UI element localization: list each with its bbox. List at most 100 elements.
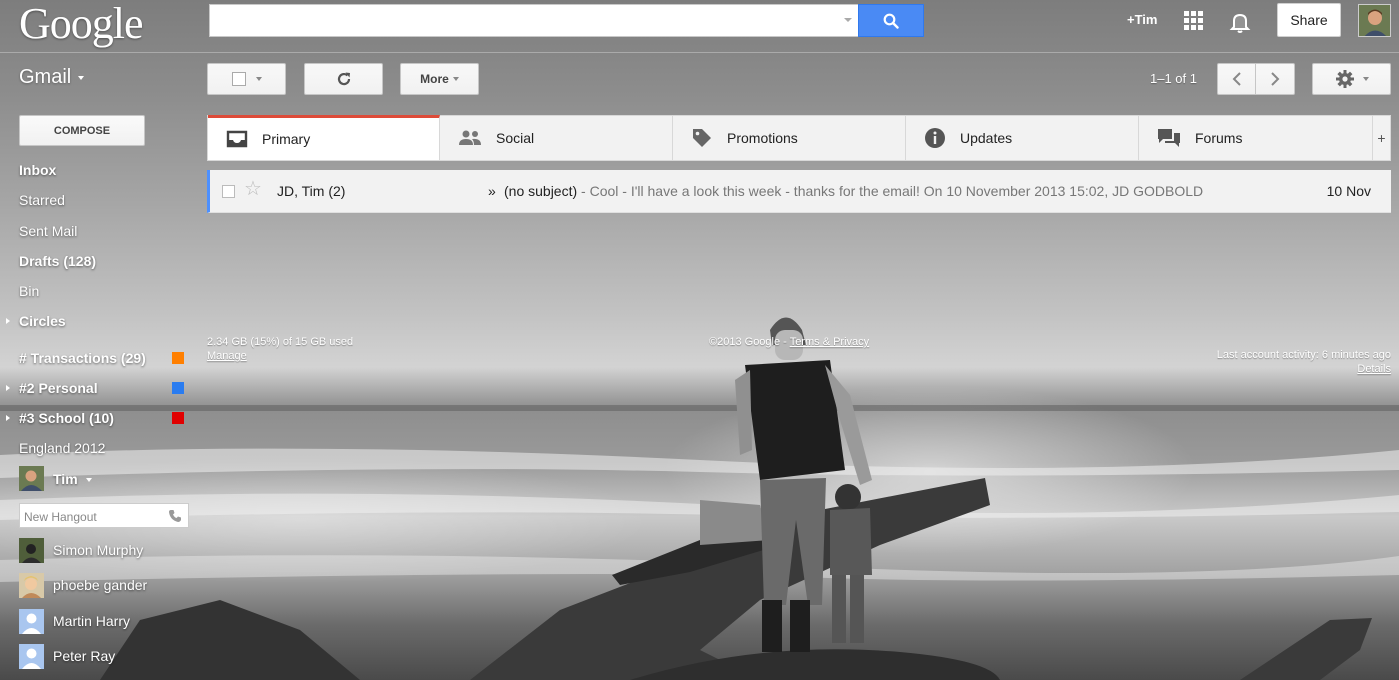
sidebar-item-drafts[interactable]: Drafts (128) xyxy=(19,253,96,269)
gmail-app-switcher[interactable]: Gmail xyxy=(19,66,85,89)
search-options-arrow-icon[interactable] xyxy=(844,18,852,22)
sidebar-item-label: #3 School (10) xyxy=(19,410,114,426)
contact-simon-murphy[interactable]: Simon Murphy xyxy=(53,542,143,558)
tab-label: Social xyxy=(496,130,535,146)
tab-label: Forums xyxy=(1195,130,1243,146)
header-divider xyxy=(0,52,1399,53)
expand-arrow-icon[interactable] xyxy=(6,385,10,391)
expand-arrow-icon[interactable] xyxy=(6,415,10,421)
add-tab-button[interactable]: + xyxy=(1373,116,1390,160)
email-subject-line: (no subject) - Cool - I'll have a look t… xyxy=(504,183,1203,199)
sidebar-item-label: Circles xyxy=(19,313,66,329)
sidebar-item-bin[interactable]: Bin xyxy=(19,283,39,299)
apps-grid-icon[interactable] xyxy=(1184,11,1203,33)
chevron-down-icon xyxy=(85,478,92,483)
chevron-down-icon xyxy=(255,77,262,81)
sidebar-item-inbox[interactable]: Inbox xyxy=(19,162,56,178)
share-button[interactable]: Share xyxy=(1277,3,1341,37)
label-color-swatch[interactable] xyxy=(172,382,184,394)
sidebar-item-england-2012[interactable]: England 2012 xyxy=(19,440,105,456)
label-color-swatch[interactable] xyxy=(172,412,184,424)
inbox-icon xyxy=(226,130,248,148)
hangouts-user-name: Tim xyxy=(53,471,78,487)
chevron-right-icon xyxy=(1271,72,1280,86)
copyright-text: ©2013 Google - xyxy=(709,336,790,348)
settings-button[interactable] xyxy=(1312,63,1391,95)
tab-primary[interactable]: Primary xyxy=(208,115,440,160)
sidebar-item-transactions[interactable]: # Transactions (29) xyxy=(19,350,146,366)
expand-arrow-icon[interactable] xyxy=(6,318,10,324)
refresh-icon xyxy=(337,72,350,86)
terms-privacy-link[interactable]: Terms & Privacy xyxy=(790,336,869,348)
contact-avatar[interactable] xyxy=(19,538,44,563)
contact-avatar[interactable] xyxy=(19,644,44,669)
contact-avatar[interactable] xyxy=(19,609,44,634)
new-hangout-input[interactable]: New Hangout xyxy=(19,503,189,528)
tab-forums[interactable]: Forums xyxy=(1139,116,1373,160)
pagination-count: 1–1 of 1 xyxy=(1150,71,1197,86)
new-hangout-placeholder: New Hangout xyxy=(24,510,97,524)
account-avatar[interactable] xyxy=(1358,4,1391,37)
chevron-down-icon xyxy=(452,77,459,81)
manage-storage-link[interactable]: Manage xyxy=(207,350,247,362)
tab-social[interactable]: Social xyxy=(440,116,673,160)
star-icon[interactable]: ☆ xyxy=(244,179,262,199)
tab-promotions[interactable]: Promotions xyxy=(673,116,906,160)
email-sender: JD, Tim (2) xyxy=(277,183,346,199)
contact-avatar[interactable] xyxy=(19,573,44,598)
hangouts-user-avatar[interactable] xyxy=(19,466,44,491)
sidebar-item-circles[interactable]: Circles xyxy=(6,313,66,329)
sidebar-item-school[interactable]: #3 School (10) xyxy=(6,410,114,426)
email-checkbox[interactable] xyxy=(222,185,235,198)
tag-icon xyxy=(693,129,711,147)
label-color-swatch[interactable] xyxy=(172,352,184,364)
email-snippet: - Cool - I'll have a look this week - th… xyxy=(577,183,1204,199)
contact-peter-ray[interactable]: Peter Ray xyxy=(53,648,115,664)
people-icon xyxy=(459,130,481,145)
notifications-bell-icon[interactable] xyxy=(1228,10,1252,37)
phone-icon[interactable] xyxy=(168,509,182,523)
gmail-label: Gmail xyxy=(19,66,72,88)
sidebar-item-personal[interactable]: #2 Personal xyxy=(6,380,98,396)
newer-page-button[interactable] xyxy=(1217,63,1256,95)
manage-link-text: Manage xyxy=(207,350,247,362)
hangouts-user-menu[interactable]: Tim xyxy=(53,471,92,487)
chevron-down-icon xyxy=(78,75,85,80)
inbox-category-tabs: Primary Social Promotions Updates Forums… xyxy=(207,115,1391,161)
email-row[interactable]: ☆ JD, Tim (2) » (no subject) - Cool - I'… xyxy=(207,170,1391,213)
search-icon xyxy=(883,13,899,29)
forum-icon xyxy=(1158,129,1180,147)
more-actions-button[interactable]: More xyxy=(400,63,479,95)
tab-updates[interactable]: Updates xyxy=(906,116,1139,160)
storage-usage: 2.34 GB (15%) of 15 GB used xyxy=(207,336,354,348)
chevron-left-icon xyxy=(1232,72,1241,86)
activity-details-link[interactable]: Details xyxy=(1357,363,1391,375)
chevron-down-icon xyxy=(1362,77,1369,81)
sidebar-item-sent-mail[interactable]: Sent Mail xyxy=(19,223,77,239)
contact-martin-harry[interactable]: Martin Harry xyxy=(53,613,130,629)
google-logo[interactable]: Google xyxy=(19,0,144,49)
email-subject: (no subject) xyxy=(504,183,578,199)
select-all-checkbox-button[interactable] xyxy=(207,63,286,95)
refresh-button[interactable] xyxy=(304,63,383,95)
footer-copyright: ©2013 Google - Terms & Privacy xyxy=(709,336,869,348)
gear-icon xyxy=(1335,70,1354,88)
details-link-text: Details xyxy=(1357,363,1391,375)
compose-button[interactable]: COMPOSE xyxy=(19,115,145,146)
google-plus-profile-link[interactable]: +Tim xyxy=(1127,12,1157,27)
more-label: More xyxy=(420,72,449,86)
tab-label: Updates xyxy=(960,130,1013,146)
info-icon xyxy=(925,128,945,148)
importance-marker-icon[interactable]: » xyxy=(488,183,496,199)
search-input[interactable] xyxy=(209,4,859,37)
tab-label: Primary xyxy=(262,131,311,147)
contact-phoebe-gander[interactable]: phoebe gander xyxy=(53,577,147,593)
last-account-activity: Last account activity: 6 minutes ago xyxy=(1216,349,1391,361)
older-page-button[interactable] xyxy=(1255,63,1295,95)
sidebar-item-label: #2 Personal xyxy=(19,380,98,396)
search-button[interactable] xyxy=(858,4,924,37)
sidebar-item-starred[interactable]: Starred xyxy=(19,192,65,208)
tab-label: Promotions xyxy=(727,130,798,146)
email-date: 10 Nov xyxy=(1326,183,1371,199)
checkbox-icon xyxy=(231,72,246,86)
